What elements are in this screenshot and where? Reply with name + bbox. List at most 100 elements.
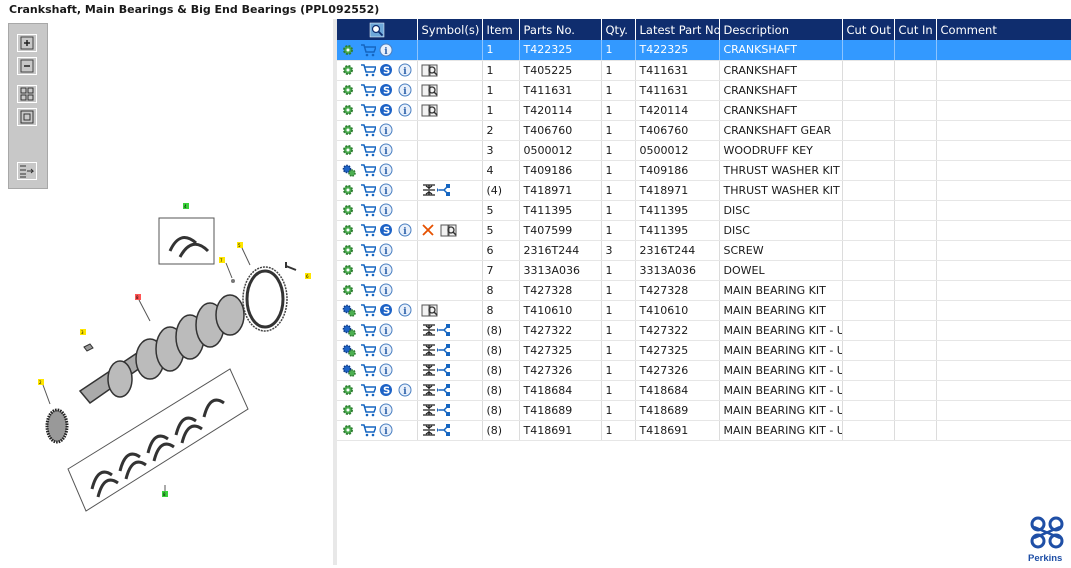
info-icon[interactable]: i: [379, 183, 395, 197]
cart-icon[interactable]: [360, 343, 376, 357]
kit-contents-icon[interactable]: [421, 363, 455, 377]
info-icon[interactable]: i: [379, 43, 395, 57]
kit-contents-icon[interactable]: [421, 403, 455, 417]
cart-icon[interactable]: [360, 283, 376, 297]
cell-part-no[interactable]: T405225: [519, 60, 602, 81]
part-gear-icon[interactable]: [341, 63, 357, 77]
cart-icon[interactable]: [360, 383, 376, 397]
table-row[interactable]: i(8)T4186911T418691MAIN BEARING KIT - U/…: [337, 420, 1071, 441]
cart-icon[interactable]: [360, 63, 376, 77]
table-row[interactable]: i(8)T4273221T427322MAIN BEARING KIT - U/…: [337, 320, 1071, 341]
part-gear-icon[interactable]: [341, 143, 357, 157]
cell-latest-part[interactable]: T418971: [635, 180, 720, 201]
cell-latest-part[interactable]: T411395: [635, 200, 720, 221]
assembly-gears-icon[interactable]: [341, 323, 357, 337]
table-row[interactable]: Si 1 T411631 1 T411631 CRANKSHAFT: [337, 80, 1071, 101]
service-s-icon[interactable]: S: [379, 383, 395, 397]
part-gear-icon[interactable]: [341, 43, 357, 57]
cell-latest-part[interactable]: T420114: [635, 100, 720, 121]
cell-latest-part[interactable]: T411631: [635, 60, 720, 81]
kit-contents-icon[interactable]: [421, 183, 455, 197]
cell-part-no[interactable]: T418684: [519, 380, 602, 401]
part-gear-icon[interactable]: [341, 423, 357, 437]
table-row[interactable]: Si(8)T4186841T418684MAIN BEARING KIT - U…: [337, 380, 1071, 401]
part-gear-icon[interactable]: [341, 223, 357, 237]
part-gear-icon[interactable]: [341, 183, 357, 197]
cell-latest-part[interactable]: T410610: [635, 300, 720, 321]
cart-icon[interactable]: [360, 163, 376, 177]
assembly-gears-icon[interactable]: [341, 343, 357, 357]
column-header-qty[interactable]: Qty.: [601, 19, 636, 40]
cell-latest-part[interactable]: T411395: [635, 220, 720, 241]
cell-part-no[interactable]: 2316T244: [519, 240, 602, 261]
cell-part-no[interactable]: T411395: [519, 200, 602, 221]
table-row[interactable]: i(8)T4273251T427325MAIN BEARING KIT - U/…: [337, 340, 1071, 361]
fit-window-button[interactable]: [17, 108, 37, 126]
info-icon[interactable]: i: [398, 303, 414, 317]
part-gear-icon[interactable]: [341, 203, 357, 217]
table-row[interactable]: i 8 T427328 1 T427328 MAIN BEARING KIT: [337, 280, 1071, 301]
cell-latest-part[interactable]: T409186: [635, 160, 720, 181]
info-icon[interactable]: i: [398, 383, 414, 397]
cell-part-no[interactable]: T420114: [519, 100, 602, 121]
cart-icon[interactable]: [360, 203, 376, 217]
cell-latest-part[interactable]: T418689: [635, 400, 720, 421]
assembly-gears-icon[interactable]: [341, 363, 357, 377]
zoom-in-button[interactable]: [17, 34, 37, 52]
cell-part-no[interactable]: T406760: [519, 120, 602, 141]
table-row[interactable]: Si 5 T407599 1 T411395 DISC: [337, 220, 1071, 241]
cart-icon[interactable]: [360, 223, 376, 237]
cell-part-no[interactable]: T427328: [519, 280, 602, 301]
cell-latest-part[interactable]: T427326: [635, 360, 720, 381]
cart-icon[interactable]: [360, 423, 376, 437]
table-row[interactable]: i 5 T411395 1 T411395 DISC: [337, 200, 1071, 221]
cart-icon[interactable]: [360, 263, 376, 277]
info-icon[interactable]: i: [398, 103, 414, 117]
cell-latest-part[interactable]: 2316T244: [635, 240, 720, 261]
cart-icon[interactable]: [360, 303, 376, 317]
table-row[interactable]: i 7 3313A036 1 3313A036 DOWEL: [337, 260, 1071, 281]
book-search-icon[interactable]: [421, 83, 439, 97]
column-header-symbols[interactable]: Symbol(s): [417, 19, 483, 40]
cart-icon[interactable]: [360, 243, 376, 257]
cell-latest-part[interactable]: T418691: [635, 420, 720, 441]
assembly-gears-icon[interactable]: [341, 303, 357, 317]
cell-part-no[interactable]: T422325: [519, 40, 602, 61]
export-button[interactable]: [17, 162, 37, 180]
part-gear-icon[interactable]: [341, 103, 357, 117]
info-icon[interactable]: i: [379, 423, 395, 437]
cell-part-no[interactable]: T418691: [519, 420, 602, 441]
cart-icon[interactable]: [360, 123, 376, 137]
cart-icon[interactable]: [360, 103, 376, 117]
cell-latest-part[interactable]: T427328: [635, 280, 720, 301]
info-icon[interactable]: i: [379, 283, 395, 297]
book-search-icon[interactable]: [421, 63, 439, 77]
info-icon[interactable]: i: [379, 263, 395, 277]
zoom-out-button[interactable]: [17, 57, 37, 75]
table-row[interactable]: i 2 T406760 1 T406760 CRANKSHAFT GEAR: [337, 120, 1071, 141]
cell-part-no[interactable]: 3313A036: [519, 260, 602, 281]
table-row[interactable]: Si 1 T405225 1 T411631 CRANKSHAFT: [337, 60, 1071, 81]
kit-contents-icon[interactable]: [421, 423, 455, 437]
cart-icon[interactable]: [360, 183, 376, 197]
cart-icon[interactable]: [360, 363, 376, 377]
info-icon[interactable]: i: [398, 83, 414, 97]
service-s-icon[interactable]: S: [379, 303, 395, 317]
info-icon[interactable]: i: [379, 123, 395, 137]
assembly-gears-icon[interactable]: [341, 163, 357, 177]
table-row[interactable]: Si 1 T420114 1 T420114 CRANKSHAFT: [337, 100, 1071, 121]
part-gear-icon[interactable]: [341, 383, 357, 397]
info-icon[interactable]: i: [398, 223, 414, 237]
cell-latest-part[interactable]: 0500012: [635, 140, 720, 161]
cell-part-no[interactable]: T427322: [519, 320, 602, 341]
table-row[interactable]: i(4)T4189711T418971THRUST WASHER KIT - O: [337, 180, 1071, 201]
cart-icon[interactable]: [360, 403, 376, 417]
part-gear-icon[interactable]: [341, 403, 357, 417]
part-gear-icon[interactable]: [341, 243, 357, 257]
column-header-description[interactable]: Description: [719, 19, 843, 40]
cell-latest-part[interactable]: T418684: [635, 380, 720, 401]
cart-icon[interactable]: [360, 143, 376, 157]
info-icon[interactable]: i: [398, 63, 414, 77]
info-icon[interactable]: i: [379, 363, 395, 377]
service-s-icon[interactable]: S: [379, 103, 395, 117]
